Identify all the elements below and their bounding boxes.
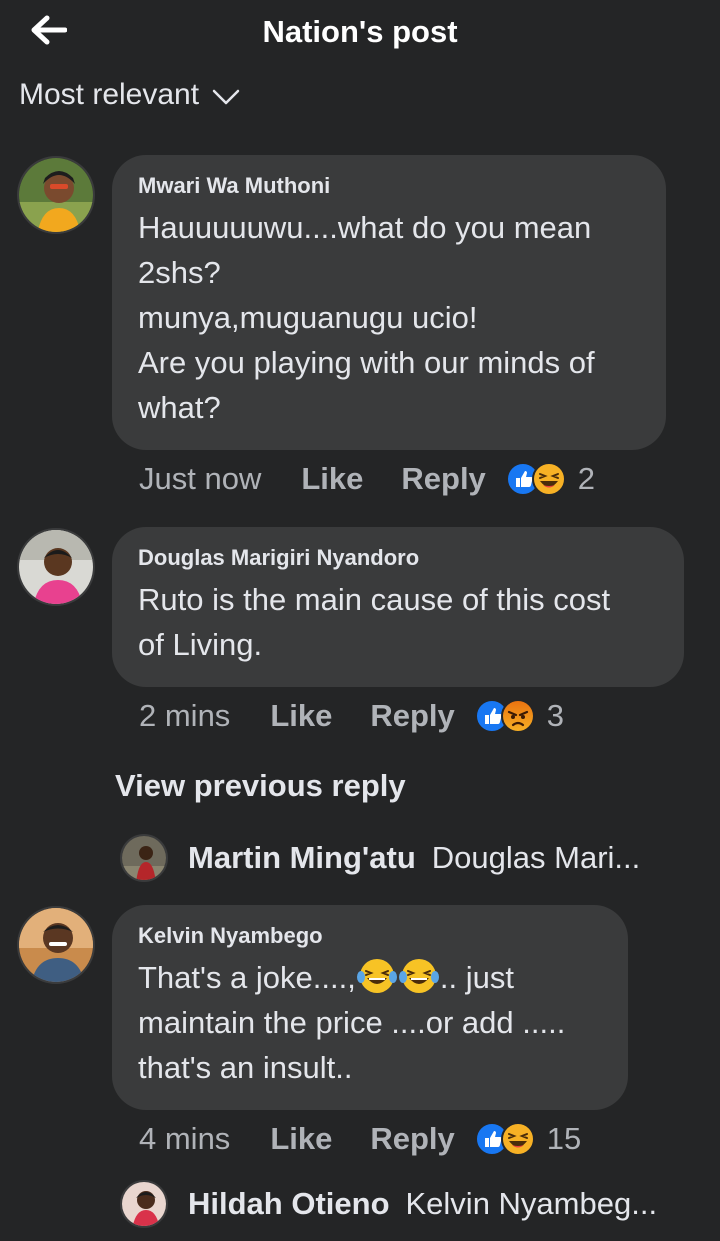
haha-reaction-icon (500, 1122, 535, 1156)
comment-bubble: Mwari Wa Muthoni Hauuuuuwu....what do yo… (112, 155, 666, 450)
sort-label: Most relevant (19, 78, 200, 111)
chevron-down-icon (212, 89, 240, 105)
tears-of-joy-emoji-icon (356, 959, 397, 993)
comment-author[interactable]: Douglas Marigiri Nyandoro (138, 545, 658, 571)
reply-text: Douglas Mari... (431, 840, 641, 875)
view-previous-reply-link[interactable]: View previous reply (115, 768, 406, 804)
comment-text-part: maintain the price ....or add ..... that… (138, 1005, 566, 1085)
reaction-count: 2 (577, 461, 596, 496)
reaction-count: 15 (546, 1121, 582, 1156)
reply-button[interactable]: Reply (370, 698, 454, 734)
reaction-count: 3 (546, 698, 565, 733)
avatar[interactable] (17, 528, 95, 606)
avatar (120, 834, 168, 882)
comment-actions: 4 mins Like Reply 15 (139, 1121, 581, 1157)
page-title: Nation's post (262, 14, 458, 49)
sort-dropdown[interactable]: Most relevant (19, 78, 241, 112)
reply-button[interactable]: Reply (401, 461, 485, 497)
reply-text: Kelvin Nyambeg... (405, 1186, 658, 1221)
like-button[interactable]: Like (270, 698, 332, 734)
comment-text: Ruto is the main cause of this cost of L… (138, 582, 611, 662)
comment-text: That's a joke...., .. just maintain the … (138, 955, 602, 1090)
tears-of-joy-emoji-icon (398, 959, 439, 993)
angry-reaction-icon (500, 699, 535, 733)
avatar[interactable] (17, 156, 95, 234)
comment-text: Hauuuuuwu....what do you mean 2shs? muny… (138, 210, 595, 425)
reply-author[interactable]: Martin Ming'atu (188, 840, 416, 876)
comment-bubble: Kelvin Nyambego That's a joke...., .. ju… (112, 905, 628, 1110)
top-bar: Nation's post (0, 0, 720, 70)
reaction-summary[interactable]: 2 (505, 461, 596, 497)
avatar[interactable] (17, 906, 95, 984)
comment-text-part: That's a joke...., (138, 960, 356, 995)
like-button[interactable]: Like (270, 1121, 332, 1157)
comment-timestamp[interactable]: 4 mins (139, 1121, 230, 1157)
reaction-summary[interactable]: 15 (474, 1121, 582, 1157)
comment-timestamp[interactable]: Just now (139, 461, 261, 497)
comment-actions: 2 mins Like Reply 3 (139, 698, 564, 734)
reply-preview[interactable]: Hildah Otieno Kelvin Nyambeg... (120, 1180, 657, 1228)
reply-preview[interactable]: Martin Ming'atu Douglas Mari... (120, 834, 640, 882)
avatar (120, 1180, 168, 1228)
comment-author[interactable]: Kelvin Nyambego (138, 923, 602, 949)
comment-actions: Just now Like Reply 2 (139, 461, 595, 497)
comment-bubble: Douglas Marigiri Nyandoro Ruto is the ma… (112, 527, 684, 687)
haha-reaction-icon (531, 462, 566, 496)
reaction-summary[interactable]: 3 (474, 698, 565, 734)
reply-button[interactable]: Reply (370, 1121, 454, 1157)
comment-text-part: .. just (439, 960, 514, 995)
comment-author[interactable]: Mwari Wa Muthoni (138, 173, 640, 199)
comment-timestamp[interactable]: 2 mins (139, 698, 230, 734)
reply-author[interactable]: Hildah Otieno (188, 1186, 390, 1222)
like-button[interactable]: Like (301, 461, 363, 497)
